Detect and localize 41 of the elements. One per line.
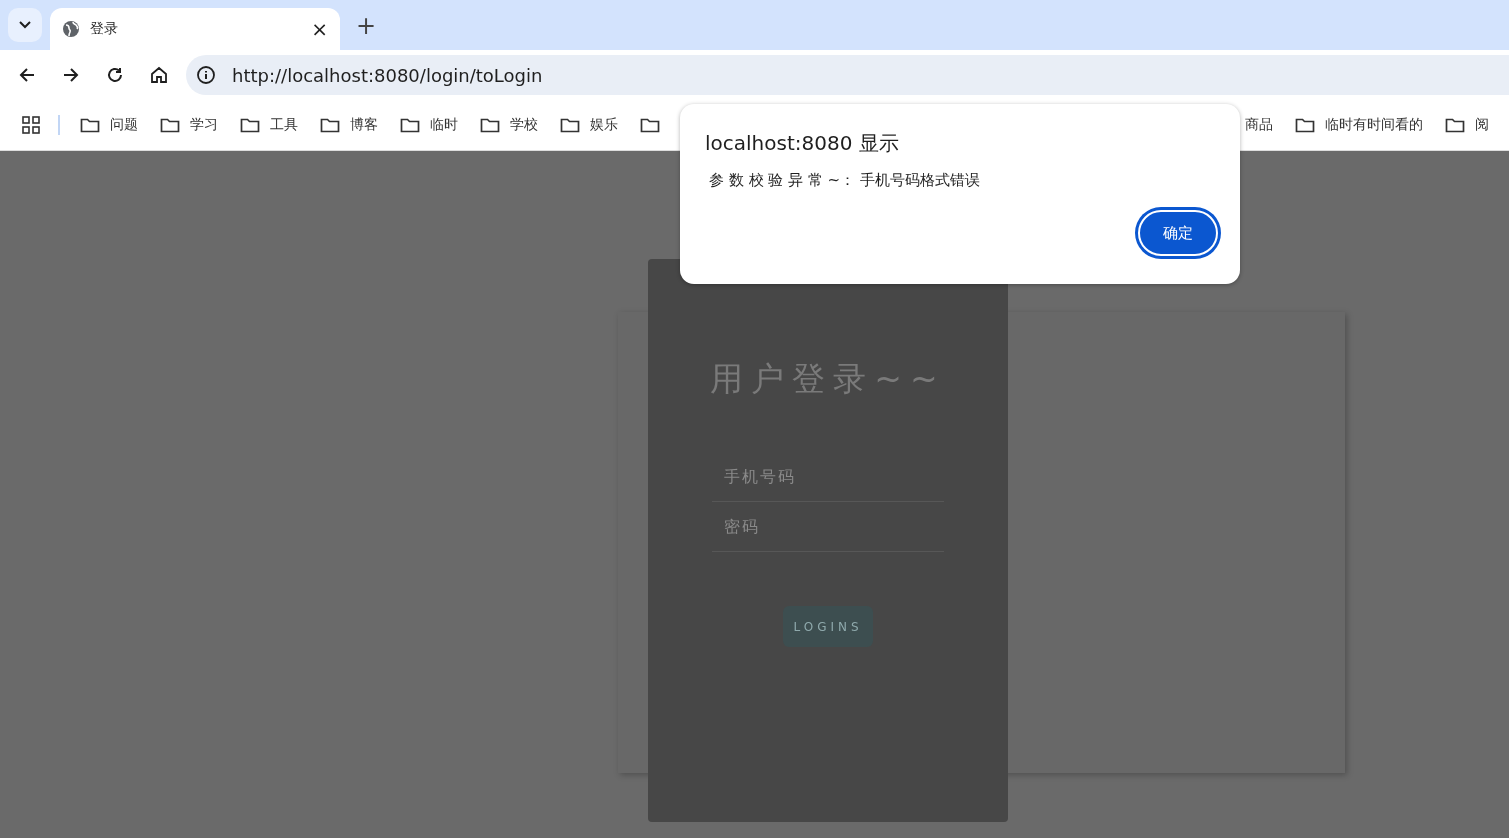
tab-list-button[interactable] [8,8,42,42]
ok-button[interactable]: 确定 [1138,210,1218,256]
bookmark-item[interactable]: 临时 [430,116,458,134]
folder-icon[interactable] [640,117,660,133]
browser-tab[interactable]: 登录 × [50,8,340,50]
folder-icon[interactable] [560,117,580,133]
bookmark-item[interactable]: 临时有时间看的 [1325,116,1423,134]
new-tab-button[interactable]: + [356,12,377,40]
reload-icon[interactable] [106,66,124,84]
back-icon[interactable] [18,66,36,84]
home-icon[interactable] [150,66,168,84]
bookmark-item[interactable]: 工具 [270,116,298,134]
address-bar[interactable]: http://localhost:8080/login/toLogin [186,55,1509,95]
dialog-title: localhost:8080 显示 [705,130,900,157]
folder-icon[interactable] [320,117,340,133]
login-button[interactable]: LOGINS [783,606,873,647]
bookmark-item[interactable]: 阅 [1475,116,1489,134]
apps-grid-icon[interactable] [22,116,40,134]
folder-icon[interactable] [480,117,500,133]
bookmark-item[interactable]: 学校 [510,116,538,134]
url-text: http://localhost:8080/login/toLogin [232,64,543,86]
folder-icon[interactable] [80,117,100,133]
folder-icon[interactable] [400,117,420,133]
input-field[interactable]: 密码 [712,502,944,552]
folder-icon[interactable] [160,117,180,133]
chevron-down-icon [19,21,31,29]
bookmark-item[interactable]: 学习 [190,116,218,134]
input-field[interactable]: 手机号码 [712,452,944,502]
globe-icon [62,20,80,38]
bookmark-item[interactable]: 商品 [1245,116,1273,134]
info-icon [196,65,216,85]
folder-icon[interactable] [1445,117,1465,133]
bookmark-item[interactable]: 博客 [350,116,378,134]
close-tab-button[interactable]: × [311,17,328,41]
folder-icon[interactable] [1295,117,1315,133]
tab-title: 登录 [90,20,119,38]
dialog-message: 参 数 校 验 异 常 ~： 手机号码格式错误 [709,171,981,190]
bookmark-item[interactable]: 问题 [110,116,138,134]
folder-icon[interactable] [240,117,260,133]
forward-icon[interactable] [62,66,80,84]
bookmark-item[interactable]: 娱乐 [590,116,618,134]
